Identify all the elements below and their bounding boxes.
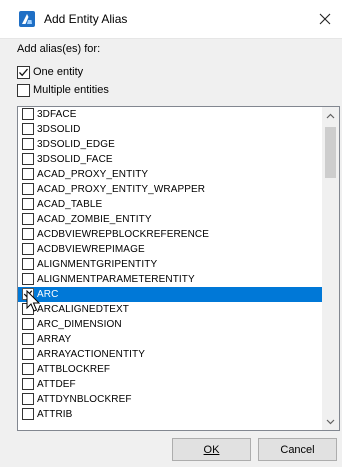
window-title: Add Entity Alias	[44, 12, 128, 26]
entity-label: ACAD_PROXY_ENTITY_WRAPPER	[37, 184, 206, 195]
add-alias-label: Add alias(es) for:	[17, 43, 101, 55]
multiple-entities-option[interactable]: Multiple entities	[17, 83, 109, 97]
entity-row[interactable]: ACAD_PROXY_ENTITY	[18, 167, 323, 182]
entity-label: ACDBVIEWREPIMAGE	[37, 244, 145, 255]
entity-label: 3DSOLID_FACE	[37, 154, 113, 165]
entity-checkbox[interactable]	[22, 318, 34, 330]
app-icon	[19, 11, 35, 27]
close-icon	[319, 13, 331, 25]
entity-label: ATTRIB	[37, 409, 73, 420]
scroll-thumb[interactable]	[325, 127, 336, 178]
entity-checkbox[interactable]	[22, 303, 34, 315]
entity-row[interactable]: ARC	[18, 287, 323, 302]
ok-button-label: OK	[203, 443, 220, 456]
entity-label: 3DFACE	[37, 109, 77, 120]
entity-label: ALIGNMENTGRIPENTITY	[37, 259, 158, 270]
entity-checkbox[interactable]	[22, 378, 34, 390]
entity-row[interactable]: 3DFACE	[18, 107, 323, 122]
entity-label: ARRAY	[37, 334, 72, 345]
entity-checkbox[interactable]	[22, 228, 34, 240]
entity-label: 3DSOLID_EDGE	[37, 139, 115, 150]
entity-checkbox[interactable]	[22, 213, 34, 225]
entity-checkbox[interactable]	[22, 348, 34, 360]
entity-row[interactable]: 3DSOLID	[18, 122, 323, 137]
ok-button[interactable]: OK	[172, 438, 251, 461]
entity-list[interactable]: 3DFACE 3DSOLID 3DSOLID_EDGE 3DSOLID_FACE ACA…	[17, 106, 340, 431]
entity-row[interactable]: ATTDYNBLOCKREF	[18, 392, 323, 407]
entity-checkbox[interactable]	[22, 288, 34, 300]
entity-label: ACDBVIEWREPBLOCKREFERENCE	[37, 229, 209, 240]
entity-row[interactable]: ACDBVIEWREPBLOCKREFERENCE	[18, 227, 323, 242]
entity-row[interactable]: ALIGNMENTGRIPENTITY	[18, 257, 323, 272]
close-button[interactable]	[312, 6, 338, 32]
entity-row[interactable]: ARCALIGNEDTEXT	[18, 302, 323, 317]
multiple-entities-label: Multiple entities	[33, 84, 109, 96]
one-entity-option[interactable]: One entity	[17, 65, 83, 79]
entity-checkbox[interactable]	[22, 138, 34, 150]
entity-checkbox[interactable]	[22, 108, 34, 120]
entity-checkbox[interactable]	[22, 198, 34, 210]
entity-row[interactable]: ARRAYACTIONENTITY	[18, 347, 323, 362]
entity-checkbox[interactable]	[22, 183, 34, 195]
entity-checkbox[interactable]	[22, 153, 34, 165]
entity-row[interactable]: 3DSOLID_FACE	[18, 152, 323, 167]
entity-checkbox[interactable]	[22, 333, 34, 345]
entity-label: ALIGNMENTPARAMETERENTITY	[37, 274, 195, 285]
cancel-button-label: Cancel	[280, 443, 315, 456]
entity-checkbox[interactable]	[22, 243, 34, 255]
scroll-up-button[interactable]	[322, 107, 339, 124]
entity-row[interactable]: ACDBVIEWREPIMAGE	[18, 242, 323, 257]
entity-label: ATTDEF	[37, 379, 76, 390]
entity-row[interactable]: ACAD_TABLE	[18, 197, 323, 212]
entity-label: ACAD_TABLE	[37, 199, 103, 210]
one-entity-checkbox[interactable]	[17, 65, 30, 79]
multiple-entities-checkbox[interactable]	[17, 83, 30, 97]
entity-checkbox[interactable]	[22, 363, 34, 375]
entity-checkbox[interactable]	[22, 168, 34, 180]
entity-row[interactable]: ACAD_ZOMBIE_ENTITY	[18, 212, 323, 227]
entity-checkbox[interactable]	[22, 393, 34, 405]
scroll-down-button[interactable]	[322, 413, 339, 430]
entity-row[interactable]: ATTBLOCKREF	[18, 362, 323, 377]
checkmark-icon	[19, 68, 28, 76]
vertical-scrollbar[interactable]	[322, 107, 339, 430]
entity-label: ARRAYACTIONENTITY	[37, 349, 146, 360]
cancel-button[interactable]: Cancel	[258, 438, 337, 461]
entity-rows: 3DFACE 3DSOLID 3DSOLID_EDGE 3DSOLID_FACE ACA…	[18, 107, 323, 422]
entity-label: 3DSOLID	[37, 124, 81, 135]
chevron-down-icon	[326, 419, 335, 424]
chevron-up-icon	[326, 113, 335, 118]
checkmark-icon	[23, 290, 33, 298]
entity-label: ATTBLOCKREF	[37, 364, 111, 375]
entity-row[interactable]: ATTDEF	[18, 377, 323, 392]
entity-label: ACAD_ZOMBIE_ENTITY	[37, 214, 152, 225]
entity-checkbox[interactable]	[22, 258, 34, 270]
entity-checkbox[interactable]	[22, 273, 34, 285]
entity-row[interactable]: 3DSOLID_EDGE	[18, 137, 323, 152]
one-entity-label: One entity	[33, 66, 84, 78]
entity-row[interactable]: ACAD_PROXY_ENTITY_WRAPPER	[18, 182, 323, 197]
entity-row[interactable]: ALIGNMENTPARAMETERENTITY	[18, 272, 323, 287]
entity-row[interactable]: ATTRIB	[18, 407, 323, 422]
entity-row[interactable]: ARRAY	[18, 332, 323, 347]
entity-checkbox[interactable]	[22, 123, 34, 135]
entity-row[interactable]: ARC_DIMENSION	[18, 317, 323, 332]
entity-label: ARCALIGNEDTEXT	[37, 304, 129, 315]
entity-checkbox[interactable]	[22, 408, 34, 420]
entity-label: ARC_DIMENSION	[37, 319, 122, 330]
entity-label: ACAD_PROXY_ENTITY	[37, 169, 149, 180]
entity-label: ATTDYNBLOCKREF	[37, 394, 132, 405]
entity-label: ARC	[37, 289, 59, 300]
title-bar: Add Entity Alias	[0, 0, 342, 39]
